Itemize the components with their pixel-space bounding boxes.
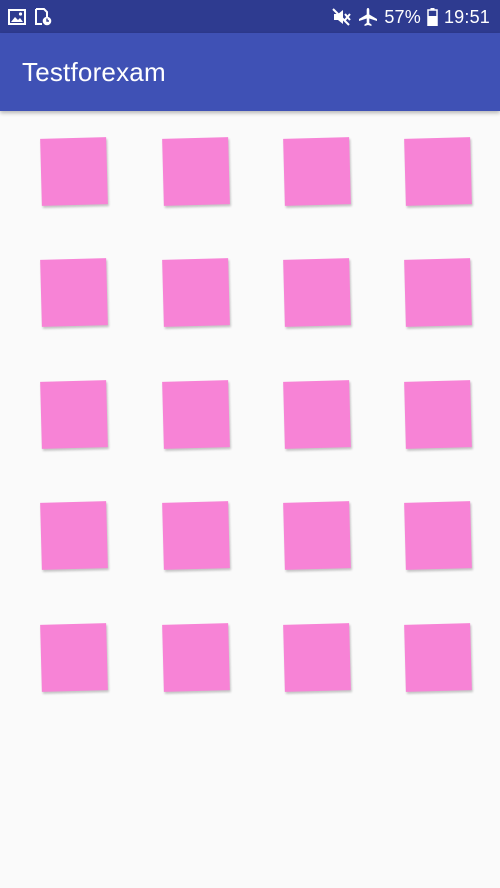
- app-bar: Testforexam: [0, 33, 500, 111]
- airplane-icon: [358, 7, 378, 27]
- grid-tile[interactable]: [162, 380, 230, 449]
- clock-file-icon: [34, 8, 52, 26]
- grid-tile[interactable]: [404, 623, 472, 692]
- grid-tile[interactable]: [40, 501, 108, 570]
- clock-time: 19:51: [443, 6, 490, 27]
- status-bar: 57% 19:51: [0, 0, 500, 33]
- grid-tile[interactable]: [162, 623, 230, 692]
- status-left-icons: [8, 7, 52, 27]
- battery-percent: 57%: [384, 6, 421, 27]
- grid-tile[interactable]: [162, 501, 230, 570]
- battery-icon: [427, 8, 438, 26]
- grid-tile[interactable]: [283, 501, 351, 570]
- status-right-icons: 57% 19:51: [332, 5, 490, 29]
- grid-tile[interactable]: [162, 137, 230, 206]
- grid-tile[interactable]: [283, 380, 351, 449]
- app-title: Testforexam: [22, 57, 166, 87]
- grid-tile[interactable]: [283, 623, 351, 692]
- grid-tile[interactable]: [404, 380, 472, 449]
- grid-tile[interactable]: [404, 501, 472, 570]
- grid-tile[interactable]: [40, 137, 108, 206]
- grid-tile[interactable]: [40, 623, 108, 692]
- grid-tile[interactable]: [404, 137, 472, 206]
- grid-tile[interactable]: [283, 137, 351, 206]
- grid-tile[interactable]: [40, 380, 108, 449]
- grid-tile[interactable]: [283, 258, 351, 327]
- image-icon: [8, 9, 26, 25]
- grid-tile[interactable]: [40, 258, 108, 327]
- grid-tile[interactable]: [162, 258, 230, 327]
- mute-icon: [332, 8, 352, 26]
- grid-tile[interactable]: [404, 258, 472, 327]
